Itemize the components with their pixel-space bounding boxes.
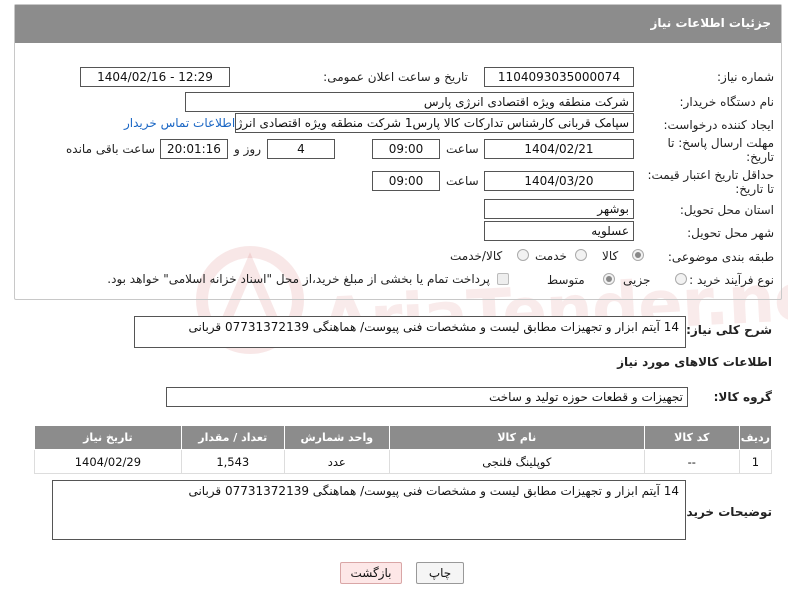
row-name: کوپلینگ فلنجی	[388, 449, 645, 474]
process-radio-minor[interactable]	[675, 273, 687, 285]
announce-date-label: تاریخ و ساعت اعلان عمومی:	[323, 70, 468, 84]
deadline-label-line1: مهلت ارسال پاسخ: تا	[667, 136, 774, 150]
col-unit: واحد شمارش	[283, 425, 390, 450]
col-name: نام کالا	[388, 425, 645, 450]
row-date: 1404/02/29	[34, 449, 182, 474]
process-option-medium: متوسط	[547, 273, 585, 287]
category-label: طبقه بندی موضوعی:	[667, 250, 774, 264]
goods-group-field: تجهیزات و قطعات حوزه تولید و ساخت	[166, 387, 688, 407]
need-number-field: 1104093035000074	[484, 67, 634, 87]
province-label: استان محل تحویل:	[679, 203, 774, 217]
city-field: عسلویه	[484, 221, 634, 241]
price-validity-date-field: 1404/03/20	[484, 171, 634, 191]
row-code: --	[643, 449, 740, 474]
category-option-goods-service: کالا/خدمت	[450, 249, 503, 263]
col-code: کد کالا	[643, 425, 740, 450]
process-radio-medium[interactable]	[603, 273, 615, 285]
category-option-goods: کالا	[602, 249, 619, 263]
remaining-time-label: ساعت باقی مانده	[66, 142, 156, 156]
deadline-label-line2: تاریخ:	[746, 150, 774, 164]
category-radio-goods-service[interactable]	[517, 249, 529, 261]
announce-date-field: 1404/02/16 - 12:29	[80, 67, 230, 87]
creator-field: سپامک قربانی کارشناس تدارکات کالا پارس1 …	[235, 113, 634, 133]
buyer-notes-textarea[interactable]: 14 آیتم ابزار و تجهیزات مطابق لیست و مشخ…	[52, 480, 686, 540]
summary-label: شرح کلی نیاز:	[686, 323, 772, 337]
price-validity-time-field: 09:00	[372, 171, 440, 191]
col-date: تاریخ نیاز	[34, 425, 182, 450]
table-row: 1 -- کوپلینگ فلنجی عدد 1,543 1404/02/29	[34, 449, 773, 474]
goods-table-header: ردیف کد کالا نام کالا واحد شمارش تعداد /…	[34, 425, 773, 450]
summary-textarea[interactable]: 14 آیتم ابزار و تجهیزات مطابق لیست و مشخ…	[134, 316, 686, 348]
category-radio-goods[interactable]	[632, 249, 644, 261]
row-number: 1	[738, 449, 773, 474]
treasury-payment-note: پرداخت تمام یا بخشی از مبلغ خرید،از محل …	[107, 272, 490, 286]
city-label: شهر محل تحویل:	[687, 226, 774, 240]
goods-group-label: گروه کالا:	[713, 390, 772, 404]
price-validity-label-line2: تا تاریخ:	[735, 182, 774, 196]
col-qty: تعداد / مقدار	[180, 425, 285, 450]
price-validity-time-label: ساعت	[446, 174, 479, 188]
category-option-service: خدمت	[535, 249, 567, 263]
page-title: جزئیات اطلاعات نیاز	[15, 5, 781, 43]
remaining-time-field: 20:01:16	[160, 139, 228, 159]
deadline-time-field: 09:00	[372, 139, 440, 159]
goods-table: ردیف کد کالا نام کالا واحد شمارش تعداد /…	[34, 425, 773, 474]
process-option-minor: جزیی	[623, 273, 651, 287]
remaining-days-field: 4	[267, 139, 335, 159]
process-label: نوع فرآیند خرید :	[689, 273, 774, 287]
row-qty: 1,543	[180, 449, 285, 474]
treasury-payment-checkbox[interactable]	[497, 273, 509, 285]
need-number-label: شماره نیاز:	[717, 70, 774, 84]
price-validity-label-line1: حداقل تاریخ اعتبار قیمت:	[647, 168, 774, 182]
goods-section-title: اطلاعات کالاهای مورد نیاز	[617, 355, 772, 369]
print-button[interactable]: چاپ	[416, 562, 464, 584]
deadline-time-label: ساعت	[446, 142, 479, 156]
deadline-date-field: 1404/02/21	[484, 139, 634, 159]
province-field: بوشهر	[484, 199, 634, 219]
buyer-org-field: شرکت منطقه ویژه اقتصادی انرژی پارس	[185, 92, 634, 112]
category-radio-service[interactable]	[575, 249, 587, 261]
row-unit: عدد	[283, 449, 390, 474]
creator-label: ایجاد کننده درخواست:	[663, 118, 774, 132]
col-row: ردیف	[738, 425, 773, 450]
buyer-org-label: نام دستگاه خریدار:	[679, 95, 775, 109]
remaining-days-label: روز و	[234, 142, 261, 156]
buyer-contact-link[interactable]: اطلاعات تماس خریدار	[124, 116, 235, 130]
back-button[interactable]: بازگشت	[340, 562, 402, 584]
